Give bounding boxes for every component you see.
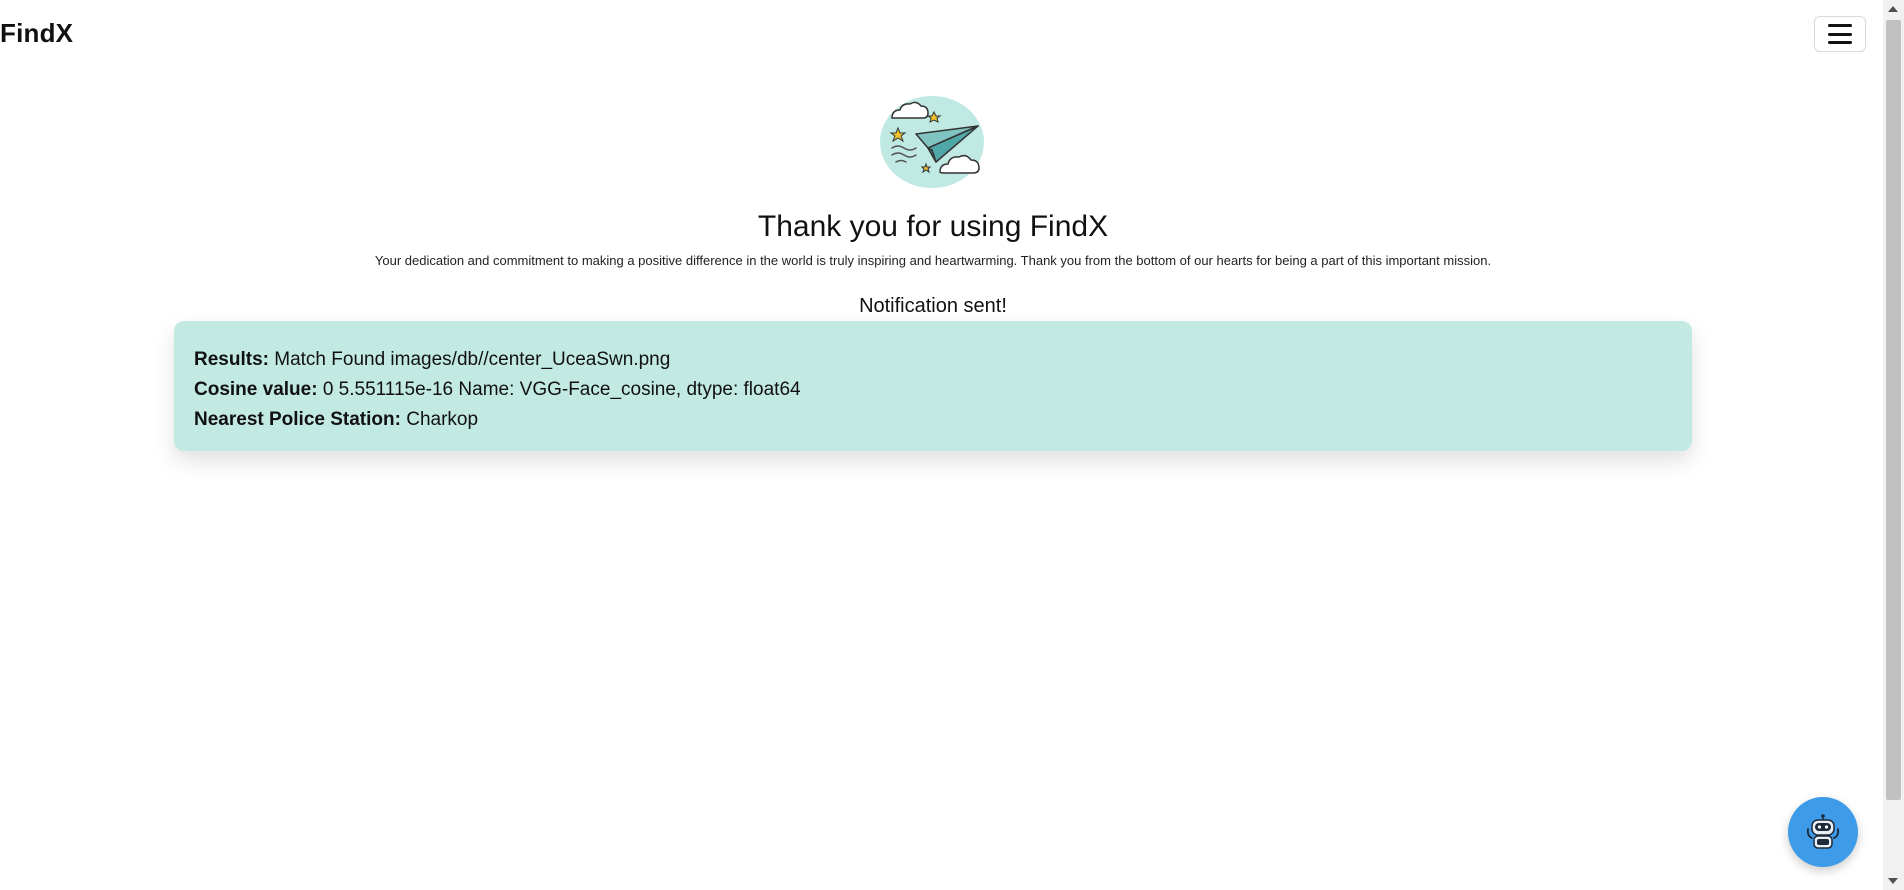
notification-status: Notification sent! <box>859 295 1007 317</box>
results-value: Match Found images/db//center_UceaSwn.pn… <box>274 349 671 370</box>
result-line-station: Nearest Police Station: Charkop <box>194 405 1672 435</box>
station-label: Nearest Police Station: <box>194 409 401 430</box>
robot-icon <box>1806 814 1840 849</box>
brand-logo[interactable]: FindX <box>0 18 73 49</box>
chatbot-button[interactable] <box>1788 797 1858 867</box>
vertical-scrollbar[interactable] <box>1883 0 1904 890</box>
page-subtitle: Your dedication and commitment to making… <box>374 253 1492 268</box>
hamburger-menu-icon <box>1828 24 1852 44</box>
scrollbar-thumb[interactable] <box>1886 20 1901 800</box>
result-line-results: Results: Match Found images/db//center_U… <box>194 345 1672 375</box>
cosine-label: Cosine value: <box>194 379 318 400</box>
scroll-down-icon[interactable] <box>1888 878 1898 884</box>
menu-toggle-button[interactable] <box>1814 16 1866 52</box>
page-title: Thank you for using FindX <box>757 210 1109 243</box>
paper-plane-icon <box>876 92 988 192</box>
result-card: Results: Match Found images/db//center_U… <box>174 321 1692 451</box>
scroll-up-icon[interactable] <box>1888 6 1898 12</box>
results-label: Results: <box>194 349 269 370</box>
result-line-cosine: Cosine value: 0 5.551115e-16 Name: VGG-F… <box>194 375 1672 405</box>
page: FindX Thank you for using FindX Your ded… <box>0 0 1904 890</box>
cosine-value: 0 5.551115e-16 Name: VGG-Face_cosine, dt… <box>322 379 801 400</box>
station-value: Charkop <box>406 409 479 430</box>
